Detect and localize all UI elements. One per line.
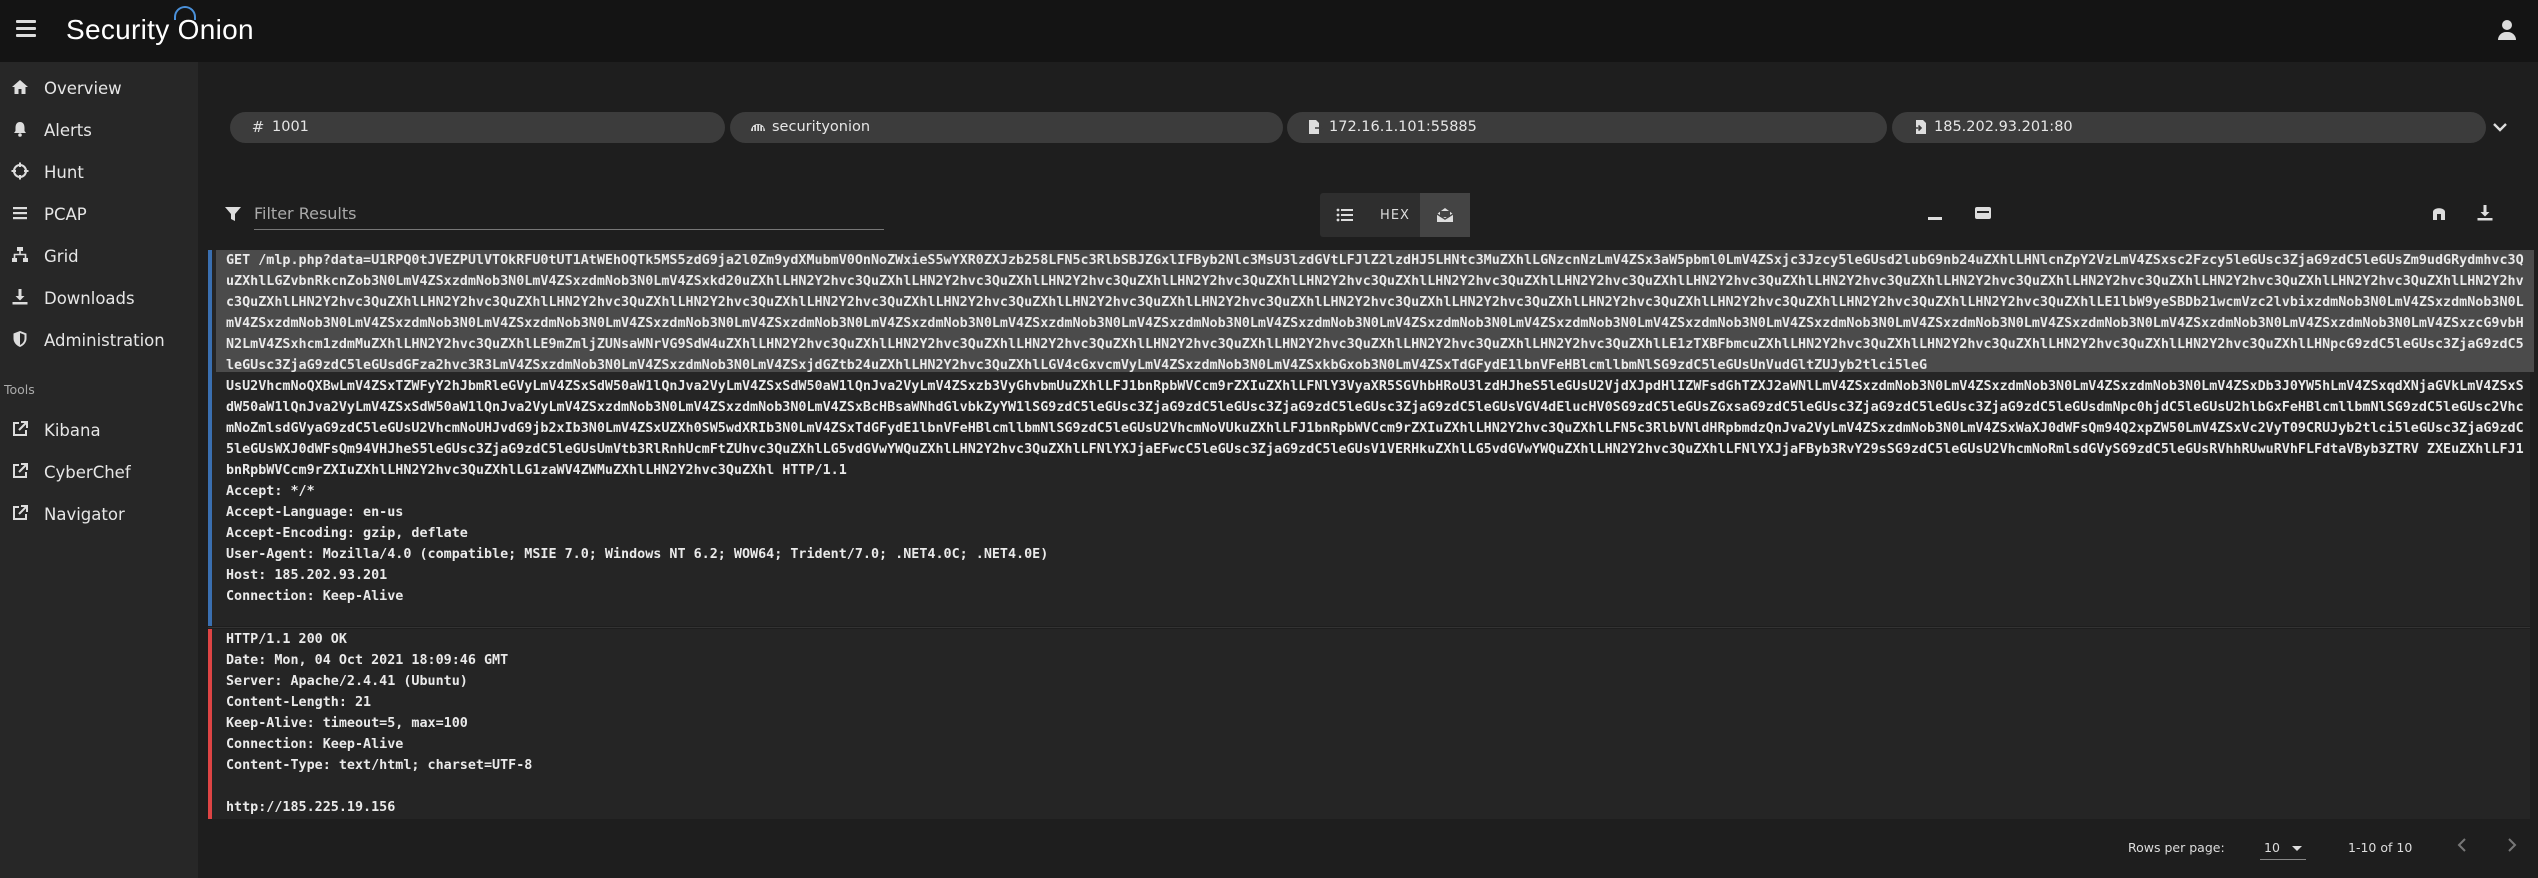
home-icon xyxy=(10,78,30,98)
main-content: # 1001 securityonion 172.16.1.101:55885 … xyxy=(198,62,2538,878)
summary-id: 1001 xyxy=(272,119,309,135)
sidebar-item-downloads[interactable]: Downloads xyxy=(0,278,198,318)
chevron-down-icon[interactable] xyxy=(2490,118,2510,138)
summary-destination-chip: 185.202.93.201:80 xyxy=(1892,112,2486,143)
view-mode-toggle: HEX xyxy=(1320,193,1470,237)
request-block: GET /mlp.php?data=U1RPQ0tJVEZPUlVTOkRFU0… xyxy=(208,250,2534,626)
request-header: Connection: Keep-Alive xyxy=(226,589,404,604)
list-icon xyxy=(1336,208,1353,222)
response-line: http://185.225.19.156 xyxy=(226,800,396,815)
response-line: Connection: Keep-Alive xyxy=(226,737,404,752)
sidebar-tool-label: Kibana xyxy=(44,420,101,440)
response-line: Date: Mon, 04 Oct 2021 18:09:46 GMT xyxy=(226,653,509,668)
sidebar-item-label: Alerts xyxy=(44,120,92,140)
rows-per-page-value: 10 xyxy=(2264,840,2280,855)
summary-id-chip: # 1001 xyxy=(230,112,725,143)
next-page-icon[interactable] xyxy=(2502,834,2522,858)
request-line-1: GET /mlp.php?data=U1RPQ0tJVEZPUlVTOkRFU0… xyxy=(226,253,2524,373)
download-icon xyxy=(10,288,30,308)
summary-destination: 185.202.93.201:80 xyxy=(1934,119,2073,135)
pagination-footer: Rows per page: 10 1-10 of 10 xyxy=(208,816,2530,878)
download-pcap-icon[interactable] xyxy=(2474,204,2496,226)
shield-icon xyxy=(10,330,30,350)
sidebar-tool-label: Navigator xyxy=(44,504,125,524)
hash-icon: # xyxy=(251,118,265,136)
request-header: Accept-Encoding: gzip, deflate xyxy=(226,526,468,541)
request-header: Host: 185.202.93.201 xyxy=(226,568,388,583)
crosshairs-icon xyxy=(10,162,30,182)
summary-source: 172.16.1.101:55885 xyxy=(1329,119,1477,135)
request-line-2: UsU2VhcmNoQXBwLmV4ZSxTZWFyY2hJbmRleGVyLm… xyxy=(226,379,2524,478)
wireshark-icon[interactable] xyxy=(2428,204,2450,226)
sitemap-icon xyxy=(10,246,30,266)
top-app-bar: Security Onion xyxy=(0,0,2538,62)
summary-sensor-chip: securityonion xyxy=(730,112,1283,143)
sidebar-tool-label: CyberChef xyxy=(44,462,131,482)
rows-per-page-label: Rows per page: xyxy=(2128,840,2225,855)
response-line: Content-Type: text/html; charset=UTF-8 xyxy=(226,758,533,773)
external-link-icon xyxy=(10,420,30,440)
request-header: Accept: */* xyxy=(226,484,315,499)
sidebar-item-label: Downloads xyxy=(44,288,135,308)
file-export-icon xyxy=(1307,119,1324,135)
list-icon xyxy=(10,204,30,224)
sidebar-tool-kibana[interactable]: Kibana xyxy=(0,410,198,450)
response-line: Server: Apache/2.4.41 (Ubuntu) xyxy=(226,674,468,689)
logo-text: Security Onion xyxy=(66,14,254,45)
onion-arc-icon xyxy=(174,6,196,20)
sidebar-item-label: Administration xyxy=(44,330,165,350)
response-block: HTTP/1.1 200 OK Date: Mon, 04 Oct 2021 1… xyxy=(208,629,2530,819)
list-view-button[interactable] xyxy=(1320,193,1370,237)
sidebar-item-administration[interactable]: Administration xyxy=(0,320,198,360)
app-logo: Security Onion xyxy=(66,6,254,46)
response-line: Keep-Alive: timeout=5, max=100 xyxy=(226,716,468,731)
filter-results-input[interactable] xyxy=(254,198,884,230)
sidebar-item-label: PCAP xyxy=(44,204,87,224)
sidebar-item-pcap[interactable]: PCAP xyxy=(0,194,198,234)
packet-transcript: GET /mlp.php?data=U1RPQ0tJVEZPUlVTOkRFU0… xyxy=(208,250,2534,819)
sensor-icon xyxy=(750,119,766,135)
sidebar-item-label: Hunt xyxy=(44,162,84,182)
sidebar-item-alerts[interactable]: Alerts xyxy=(0,110,198,150)
bell-icon xyxy=(10,120,30,140)
sidebar: Overview Alerts Hunt PCAP Grid Downloads xyxy=(0,62,198,878)
hex-view-button[interactable]: HEX xyxy=(1370,193,1420,237)
external-link-icon xyxy=(10,462,30,482)
filter-icon xyxy=(224,205,242,223)
summary-source-chip: 172.16.1.101:55885 xyxy=(1287,112,1887,143)
envelope-open-icon xyxy=(1436,208,1454,222)
caret-down-icon xyxy=(2292,846,2302,851)
sidebar-item-overview[interactable]: Overview xyxy=(0,68,198,108)
user-account-icon[interactable] xyxy=(2498,20,2516,40)
page-range: 1-10 of 10 xyxy=(2348,840,2413,855)
file-import-icon xyxy=(1912,119,1928,135)
sidebar-item-grid[interactable]: Grid xyxy=(0,236,198,276)
sidebar-tool-navigator[interactable]: Navigator xyxy=(0,494,198,534)
sidebar-item-hunt[interactable]: Hunt xyxy=(0,152,198,192)
rows-per-page-select[interactable]: 10 xyxy=(2260,836,2306,860)
sidebar-item-label: Grid xyxy=(44,246,79,266)
external-link-icon xyxy=(10,504,30,524)
collapse-icon[interactable] xyxy=(1924,204,1946,226)
window-icon[interactable] xyxy=(1972,204,1994,226)
hamburger-menu-icon[interactable] xyxy=(16,20,36,38)
response-line: Content-Length: 21 xyxy=(226,695,372,710)
prev-page-icon[interactable] xyxy=(2452,834,2472,858)
summary-sensor: securityonion xyxy=(772,119,871,135)
response-line: HTTP/1.1 200 OK xyxy=(226,632,347,647)
request-header: User-Agent: Mozilla/4.0 (compatible; MSI… xyxy=(226,547,1049,562)
sidebar-item-label: Overview xyxy=(44,78,122,98)
transcript-view-button[interactable] xyxy=(1420,193,1470,237)
request-header: Accept-Language: en-us xyxy=(226,505,404,520)
tools-section-header: Tools xyxy=(4,382,35,397)
block-divider xyxy=(208,627,2530,628)
sidebar-tool-cyberchef[interactable]: CyberChef xyxy=(0,452,198,492)
